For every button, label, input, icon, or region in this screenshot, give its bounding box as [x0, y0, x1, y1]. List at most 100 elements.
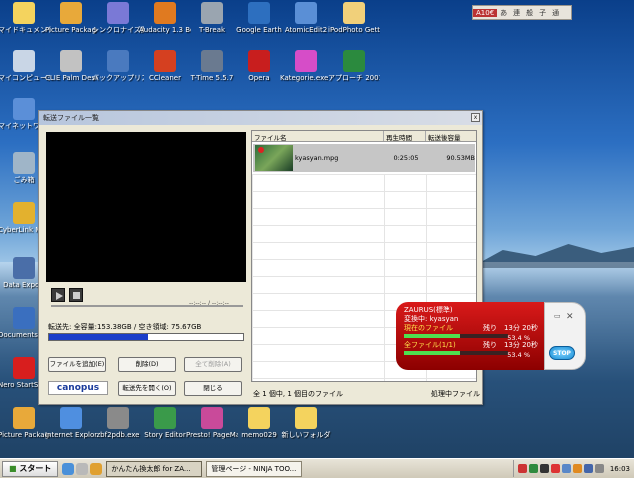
close-icon[interactable]: x — [471, 113, 480, 122]
window-titlebar[interactable]: 転送ファイル一覧 x — [39, 111, 482, 125]
task-kantan[interactable]: かんたん換太郎 for ZA... — [106, 460, 203, 477]
desktop-icon[interactable] — [76, 462, 89, 475]
desktop-icon[interactable]: Picture PackageR... — [45, 2, 97, 34]
desktop-icon[interactable]: Internet Explorer — [45, 407, 97, 439]
delete-all-button[interactable]: 全て削除(A) — [184, 357, 242, 372]
desktop-icon[interactable]: バックアップリストア — [92, 50, 144, 82]
app-icon — [13, 307, 35, 329]
app-icon — [248, 50, 270, 72]
desktop-icon[interactable]: マイドキュメント — [0, 2, 50, 34]
desktop-icon[interactable]: Picture Package Menu — [0, 407, 50, 439]
media-icon[interactable] — [90, 462, 103, 475]
ime-child[interactable]: 子 — [536, 8, 549, 18]
desktop-icon-label: Internet Explorer — [45, 431, 97, 439]
desktop-icon-label: Google Earth — [236, 26, 282, 34]
all-files-label: 全ファイル(1/1) — [404, 341, 456, 349]
task-ninja-admin[interactable]: 管理ページ - NINJA TOO... — [206, 460, 303, 477]
ime-general[interactable]: 般 — [523, 8, 536, 18]
column-duration[interactable]: 再生時間 — [384, 131, 426, 141]
app-icon — [107, 407, 129, 429]
desktop-icon-label: Kategorie.exe へのショート... — [280, 74, 332, 82]
start-button[interactable]: スタート — [2, 460, 59, 477]
desktop-icon[interactable]: T-Break — [186, 2, 238, 34]
tray-app-icon[interactable] — [517, 464, 527, 473]
desktop-icon[interactable]: CCleaner — [139, 50, 191, 82]
stop-button[interactable]: STOP — [549, 346, 575, 360]
desktop-icon[interactable]: マイコンピュータ — [0, 50, 50, 82]
app-icon — [201, 407, 223, 429]
status-right: 処理中ファイル — [431, 390, 480, 398]
play-icon[interactable] — [51, 288, 65, 302]
desktop-icon-label: T-Time 5.5.7 — [190, 74, 234, 82]
desktop-icon[interactable]: Opera — [233, 50, 285, 82]
window-title: 転送ファイル一覧 — [43, 114, 99, 122]
tray-app-icon[interactable] — [539, 464, 549, 473]
close-icon[interactable]: ✕ — [566, 312, 574, 322]
desktop-icon[interactable]: zbf2pdb.exe — [92, 407, 144, 439]
desktop-icon-label: zbf2pdb.exe — [96, 431, 140, 439]
desktop-icon-label: マイドキュメント — [0, 26, 50, 34]
desktop-icon[interactable]: Kategorie.exe へのショート... — [280, 50, 332, 82]
speaker-icon[interactable] — [594, 464, 604, 473]
open-destination-button[interactable]: 転送先を開く(O) — [118, 381, 176, 396]
desktop-icon[interactable]: Story Editor — [139, 407, 191, 439]
desktop-icon-label: AtomicEdit2 — [284, 26, 328, 34]
tray-app-icon[interactable] — [583, 464, 593, 473]
language-bar[interactable]: A10€ あ 連 般 子 通 — [472, 5, 572, 20]
desktop-icon-label: T-Break — [198, 26, 226, 34]
zaurus-converting: 変換中: kyasyan — [404, 315, 538, 324]
taskbar: スタート かんたん換太郎 for ZA... 管理ページ - NINJA TOO… — [0, 458, 634, 478]
desktop-icon[interactable]: T-Time 5.5.7 — [186, 50, 238, 82]
close-button[interactable]: 閉じる — [184, 381, 242, 396]
desktop-icon[interactable]: シンクロナイズ開始 — [92, 2, 144, 34]
app-icon — [60, 407, 82, 429]
desktop-icon[interactable]: Presto! PageMana... — [186, 407, 238, 439]
desktop-icon[interactable]: アプローチ 2001 — [328, 50, 380, 82]
row-size: 90.53MB — [446, 154, 475, 162]
app-icon — [154, 50, 176, 72]
column-filename[interactable]: ファイル名 — [252, 131, 384, 141]
desktop-icon[interactable]: Google Earth — [233, 2, 285, 34]
desktop-icon[interactable]: AtomicEdit2 — [280, 2, 332, 34]
app-icon — [13, 357, 35, 379]
app-icon — [107, 50, 129, 72]
tray-app-icon[interactable] — [572, 464, 582, 473]
ime-normal[interactable]: 通 — [549, 8, 562, 18]
ime-indicator[interactable]: A10€ — [473, 8, 498, 17]
list-header: ファイル名 再生時間 転送後容量 — [252, 131, 476, 142]
canopus-logo: canopus — [48, 381, 108, 395]
ime-conv[interactable]: 連 — [510, 8, 523, 18]
app-icon — [13, 257, 35, 279]
app-icon — [13, 407, 35, 429]
desktop-icon-label: Picture PackageR... — [45, 26, 97, 34]
app-icon — [343, 2, 365, 24]
desktop-icon-label: CCleaner — [149, 74, 181, 82]
app-icon — [295, 2, 317, 24]
ie-icon[interactable] — [62, 462, 75, 475]
current-file-row: 現在のファイル 残り 13分 20秒 — [404, 324, 538, 333]
desktop-icon-label: バックアップリストア — [92, 74, 144, 82]
tray-app-icon[interactable] — [550, 464, 560, 473]
desktop-icon[interactable]: memo029 — [233, 407, 285, 439]
desktop-icon[interactable]: iPodPhoto Getter — [328, 2, 380, 34]
stop-icon[interactable] — [69, 288, 83, 302]
delete-button[interactable]: 削除(D) — [118, 357, 176, 372]
app-icon — [201, 2, 223, 24]
desktop-icon[interactable]: Audacity 1.3 Beta — [139, 2, 191, 34]
seek-bar[interactable] — [51, 305, 243, 307]
tray-app-icon[interactable] — [561, 464, 571, 473]
table-row[interactable]: kyasyan.mpg 0:25:05 90.53MB — [253, 144, 475, 172]
ime-mode[interactable]: あ — [497, 8, 510, 18]
desktop-icon-label: CLIE Palm Desktop — [45, 74, 97, 82]
status-left: 全 1 個中, 1 個目のファイル — [253, 390, 344, 398]
desktop-icon[interactable]: CLIE Palm Desktop — [45, 50, 97, 82]
desktop-icon[interactable]: 新しいフォルダ — [280, 407, 332, 439]
add-file-button[interactable]: ファイルを追加(E) — [48, 357, 106, 372]
tray-app-icon[interactable] — [528, 464, 538, 473]
clock: 16:03 — [609, 464, 630, 473]
desktop-icon-label: iPodPhoto Getter — [328, 26, 380, 34]
all-progress-fill — [404, 351, 460, 355]
minimize-icon[interactable]: ▭ — [554, 312, 561, 320]
desktop-icon-label: Story Editor — [144, 431, 186, 439]
column-size[interactable]: 転送後容量 — [426, 131, 476, 141]
